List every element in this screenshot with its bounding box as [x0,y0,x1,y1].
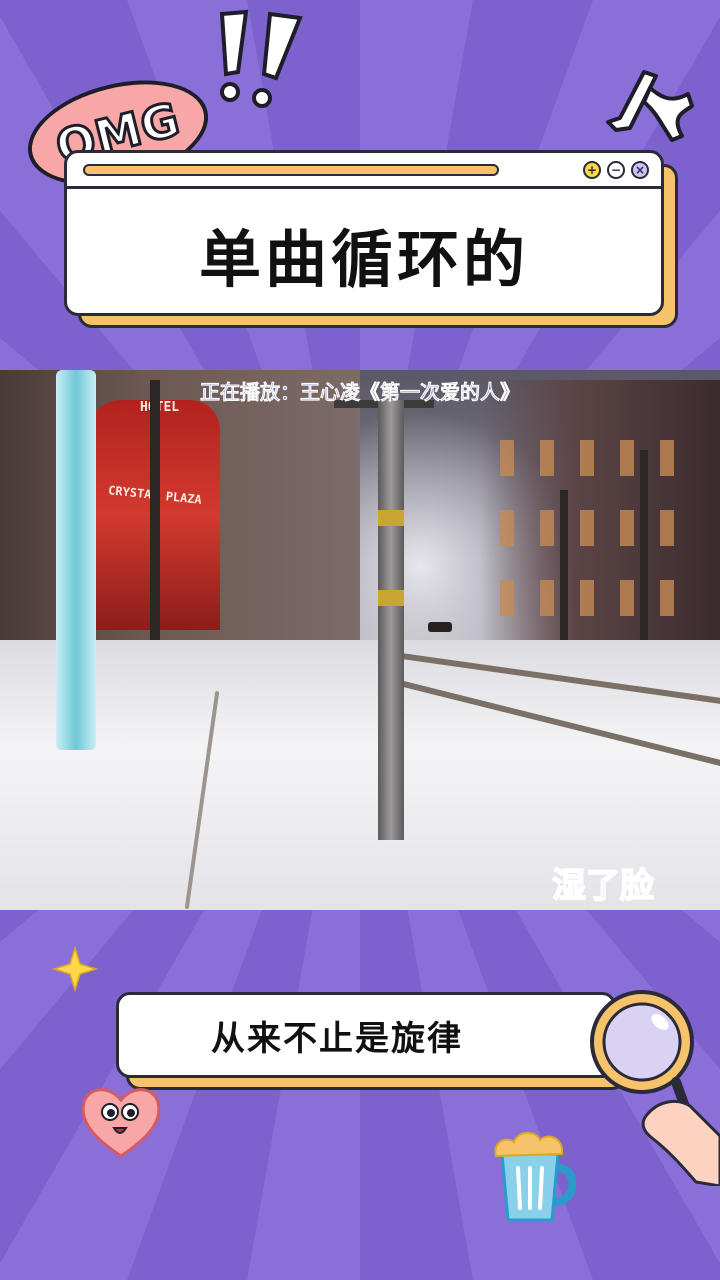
human-character-icon [606,70,694,142]
maximize-button[interactable]: + [583,161,601,179]
beer-mug-icon [494,1131,577,1222]
title-card: + − × 单曲循环的 [64,150,664,316]
street-pole [378,400,404,840]
window-row [500,440,700,476]
lit-tree-trunk [56,370,96,750]
star-icon [51,945,99,993]
titlebar-pill [83,164,499,176]
tree-trunk [560,490,568,640]
pole-stripe [378,510,404,526]
window-row [500,580,700,616]
search-box[interactable]: 从来不止是旋律 [116,992,616,1078]
double-exclamation-icon [219,9,303,108]
minimize-button[interactable]: − [607,161,625,179]
pole-stripe [378,590,404,606]
lyric-subtitle: 湿了脸 [551,865,655,907]
magnifier-hand-icon [590,990,720,1186]
right-buildings [480,380,720,650]
car [428,622,452,632]
now-playing-caption: 正在播放：王心凌《第一次爱的人》 [200,380,521,405]
road-track [184,690,220,910]
tree-trunk [640,450,648,640]
close-button[interactable]: × [631,161,649,179]
window-row [500,510,700,546]
card-title: 单曲循环的 [198,223,529,296]
heart-face-icon [81,1088,161,1158]
video-frame[interactable]: HOTEL CRYSTAL PLAZA 正在播放：王心凌《第一次爱的人》 湿了脸 [0,370,720,910]
tree-trunk [150,380,160,670]
title-card-titlebar: + − × [67,153,661,189]
search-text: 从来不止是旋律 [211,1018,463,1059]
